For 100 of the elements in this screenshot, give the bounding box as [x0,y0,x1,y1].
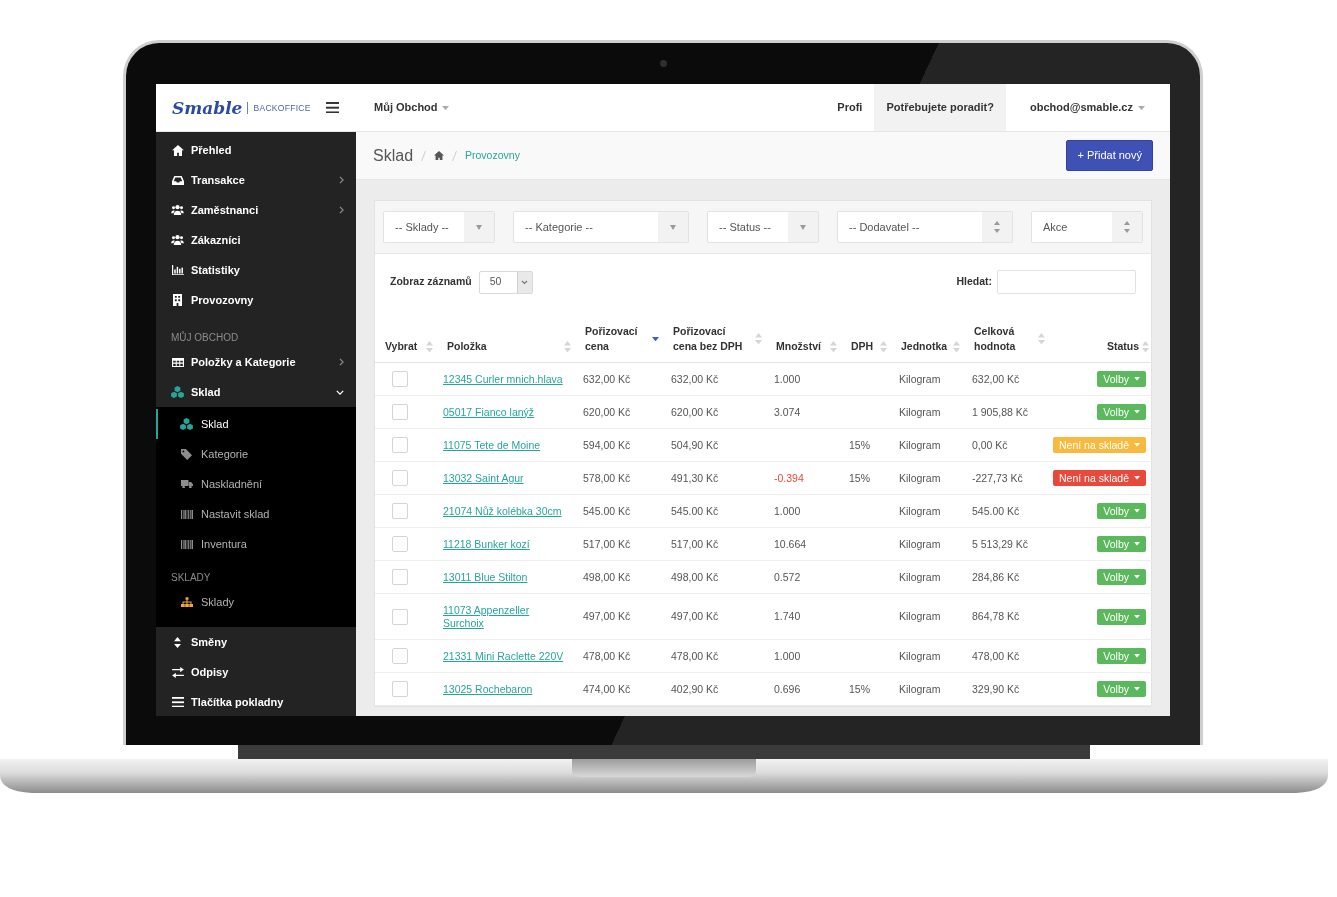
barcode-icon [180,539,193,549]
table-cell: 402,90 Kč [663,672,766,706]
table-cell: 15% [841,672,891,706]
sidebar-item[interactable]: Provozovny [156,285,356,315]
table-cell: 578,00 Kč [575,461,663,495]
caret-icon [464,212,494,242]
table-cell: 1 905,88 Kč [964,395,1049,429]
caret-icon [1134,654,1140,658]
column-header[interactable]: Pořizovací cena bez DPH [673,324,752,354]
column-header[interactable]: Vybrat [385,339,423,354]
caret-icon [1134,542,1140,546]
filter-select[interactable]: -- Kategorie -- [513,211,689,243]
table-cell: 517,00 Kč [575,527,663,561]
sidebar-item[interactable]: Zaměstnanci [156,195,356,225]
status-button[interactable]: Není na skladě [1053,470,1147,486]
table-cell: 478,00 Kč [575,639,663,673]
page-size-label: Zobraz záznamů [390,274,472,290]
add-button[interactable]: + Přidat nový [1066,140,1153,171]
barcode-icon [180,509,193,519]
sidebar-item[interactable]: Odpisy [156,657,356,687]
page-size-select[interactable]: 50 [478,270,533,294]
submenu-item[interactable]: Inventura [156,529,356,559]
sort-icon[interactable] [426,340,433,353]
table-cell: 1.000 [766,362,841,396]
caret-icon [1134,476,1141,480]
caret-icon [1134,687,1140,691]
user-menu[interactable]: obchod@smable.cz [1005,84,1170,131]
section-heading: SKLADY [170,571,212,585]
table-cell: 545.00 Kč [964,494,1049,528]
filter-select[interactable]: -- Status -- [707,211,819,243]
sidebar-item[interactable]: Transakce [156,165,356,195]
checkbox[interactable] [392,404,408,420]
sort-icon[interactable] [564,340,571,353]
table-cell: 620,00 Kč [575,395,663,429]
column-header[interactable]: DPH [851,339,877,354]
table-cell: 517,00 Kč [663,527,766,561]
column-header[interactable]: Množství [776,339,827,354]
submenu-item[interactable]: Naskladnění [156,469,356,499]
table-cell: 10.664 [766,527,841,561]
tag-icon [181,448,192,460]
table-cell: 632,00 Kč [575,362,663,396]
sort-icon[interactable] [1038,333,1045,345]
caret-icon [1134,509,1140,513]
checkbox[interactable] [392,608,408,625]
table-cell: 491,30 Kč [663,461,766,495]
column-header[interactable]: Položka [447,339,561,354]
column-header[interactable]: Pořizovací cena [585,324,649,354]
filter-select[interactable]: Akce [1031,211,1143,243]
filter-select[interactable]: -- Dodavatel -- [837,211,1013,243]
caret-icon [1134,377,1140,381]
submenu-item[interactable]: Nastavit sklad [156,499,356,529]
checkbox[interactable] [392,470,408,486]
sidebar-item[interactable]: Přehled [156,135,356,165]
checkbox[interactable] [392,503,408,519]
checkbox[interactable] [392,681,408,697]
sidebar-item[interactable]: Tlačítka pokladny [156,687,356,716]
table-cell: 497,00 Kč [663,593,766,640]
camera-icon [659,60,667,67]
table-cell: 0,00 Kč [964,428,1049,462]
section-heading: MŮJ OBCHOD [170,330,240,345]
sort-descending-icon[interactable] [652,336,659,342]
sort-icon[interactable] [880,340,887,353]
nav-link[interactable]: Profi [825,84,875,131]
table-cell: 478,00 Kč [663,639,766,673]
sidebar-item[interactable]: Sklad [156,377,356,407]
checkbox[interactable] [392,536,408,552]
nav-link[interactable]: Potřebujete poradit? [874,84,1006,131]
sort-icon[interactable] [953,340,960,353]
sort-icon[interactable] [755,333,762,345]
menu-icon[interactable] [326,101,339,114]
filter-select[interactable]: -- Sklady -- [383,211,495,243]
column-header[interactable]: Celková hodnota [974,324,1035,354]
shop-menu[interactable]: Můj Obchod [374,84,449,131]
up-down-arrows-icon [1112,212,1142,242]
checkbox[interactable] [392,371,408,387]
caret-icon [1134,443,1141,447]
table-cell: Kilogram [891,395,964,429]
logo-text: Smable [172,97,243,118]
home-icon[interactable] [434,150,445,161]
search-field[interactable] [997,270,1136,294]
slash-separator-icon [452,150,458,161]
table-cell: Kilogram [891,639,964,673]
checkbox[interactable] [392,569,408,585]
sort-icon[interactable] [830,340,837,353]
checkbox[interactable] [392,437,408,453]
truck-icon [180,479,193,489]
caret-icon [1134,575,1140,579]
sidebar-item[interactable]: Zákazníci [156,225,356,255]
sort-icon[interactable] [1142,340,1149,353]
sidebar-item[interactable]: Směny [156,627,356,657]
table-cell: 0.696 [766,672,841,706]
checkbox[interactable] [392,648,408,664]
column-header[interactable]: Status [1059,339,1139,354]
submenu-item[interactable]: Kategorie [156,439,356,469]
search-label: Hledat: [956,274,992,290]
sidebar-item[interactable]: Položky a Kategorie [156,347,356,377]
submenu-item[interactable]: Sklady [156,587,356,617]
table-cell: -0.394 [766,461,841,495]
sidebar-item[interactable]: Statistiky [156,255,356,285]
column-header[interactable]: Jednotka [901,339,950,354]
